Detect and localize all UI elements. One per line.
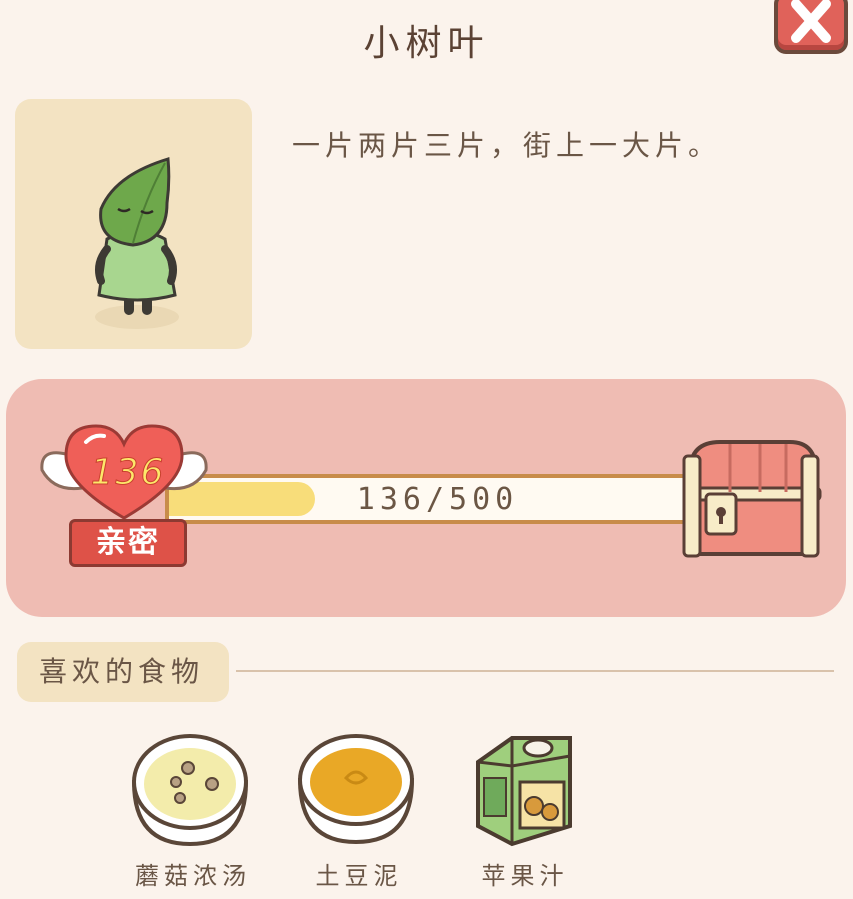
section-divider — [236, 670, 834, 672]
food-name: 土豆泥 — [315, 862, 403, 890]
food-item-mushroom-soup[interactable]: 蘑菇浓汤 — [128, 726, 258, 890]
apple-juice-icon — [476, 736, 572, 847]
mushroom-soup-icon — [131, 734, 249, 847]
bond-progress-bar: 136/500 — [165, 474, 710, 524]
food-name: 苹果汁 — [481, 862, 569, 890]
reward-chest-button[interactable] — [680, 432, 822, 562]
character-name: 小树叶 — [363, 23, 490, 64]
character-portrait — [15, 99, 252, 349]
close-button[interactable] — [774, 0, 848, 54]
bond-level-value: 136 — [90, 452, 166, 494]
character-description: 一片两片三片，街上一大片。 — [292, 129, 722, 162]
bond-progress-text: 136/500 — [356, 482, 519, 517]
leaf-character-image — [95, 157, 179, 329]
food-item-mashed-potato[interactable]: 土豆泥 — [294, 726, 424, 890]
bond-level-badge: 136 — [36, 418, 212, 524]
food-name: 蘑菇浓汤 — [135, 862, 251, 890]
mashed-potato-icon — [297, 734, 415, 845]
favorite-foods-heading: 喜欢的食物 — [17, 642, 229, 702]
food-item-apple-juice[interactable]: 苹果汁 — [460, 726, 590, 890]
bond-label: 亲密 — [69, 519, 187, 567]
treasure-chest-icon — [682, 440, 822, 558]
close-icon — [791, 0, 831, 43]
